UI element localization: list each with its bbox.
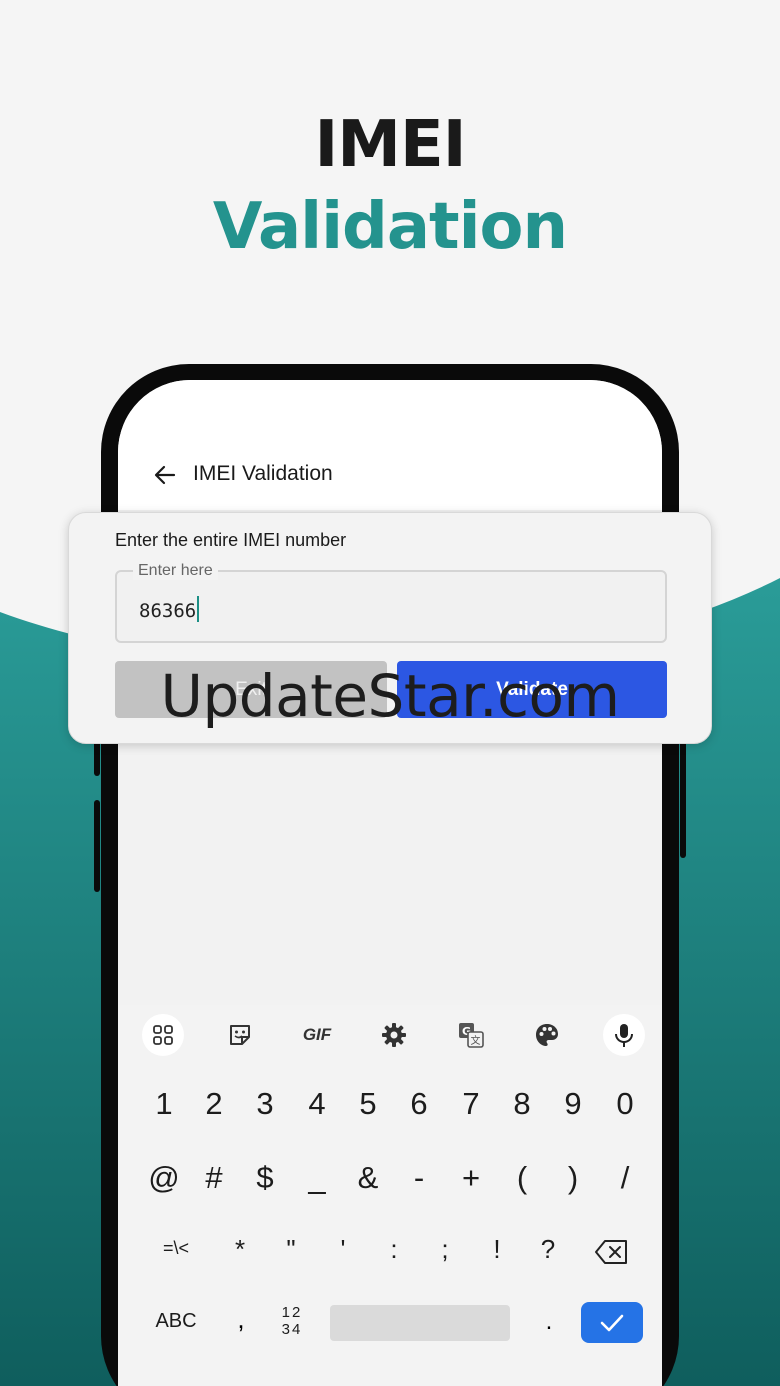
apps-grid-icon[interactable]	[142, 1014, 184, 1056]
imei-input-field[interactable]: Enter here 86366	[115, 562, 667, 643]
key-more-symbols[interactable]: =\<	[150, 1238, 202, 1259]
key[interactable]: 5	[343, 1086, 393, 1122]
key[interactable]: :	[369, 1234, 419, 1265]
key[interactable]: 7	[446, 1086, 496, 1122]
key[interactable]: 4	[292, 1086, 342, 1122]
period-key[interactable]: .	[536, 1308, 562, 1336]
imei-input[interactable]: 86366	[139, 596, 200, 622]
watermark: UpdateStar.com	[160, 662, 620, 730]
svg-text:文: 文	[471, 1034, 481, 1047]
numpad-toggle-top: 12	[281, 1304, 303, 1321]
key[interactable]: 8	[497, 1086, 547, 1122]
key[interactable]: 9	[548, 1086, 598, 1122]
gear-icon[interactable]	[373, 1014, 415, 1056]
hero-title-imei: IMEI	[314, 108, 466, 182]
key[interactable]: 6	[394, 1086, 444, 1122]
enter-key[interactable]	[581, 1302, 643, 1343]
abc-key[interactable]: ABC	[148, 1310, 204, 1333]
key[interactable]: "	[266, 1234, 316, 1265]
key[interactable]: )	[548, 1160, 598, 1196]
numpad-toggle-bottom: 34	[281, 1321, 303, 1338]
key[interactable]: (	[497, 1160, 547, 1196]
key[interactable]: /	[600, 1160, 650, 1196]
sticker-icon[interactable]	[219, 1014, 261, 1056]
microphone-icon[interactable]	[603, 1014, 645, 1056]
key[interactable]: _	[292, 1160, 342, 1196]
dialog-label: Enter the entire IMEI number	[115, 530, 347, 550]
comma-key[interactable]: ,	[228, 1304, 254, 1335]
space-key[interactable]	[330, 1305, 510, 1341]
key[interactable]: 2	[189, 1086, 239, 1122]
backspace-icon[interactable]	[594, 1238, 630, 1266]
key[interactable]: #	[189, 1160, 239, 1196]
key[interactable]: *	[215, 1234, 265, 1265]
key[interactable]: &	[343, 1160, 393, 1196]
phone-side-button	[94, 800, 100, 892]
key[interactable]: ;	[420, 1234, 470, 1265]
app-bar-background	[118, 380, 662, 510]
numpad-toggle-key[interactable]: 12 34	[272, 1304, 312, 1338]
input-placeholder-label: Enter here	[133, 562, 218, 580]
key[interactable]: '	[318, 1234, 368, 1265]
imei-input-value: 86366	[139, 600, 197, 622]
palette-icon[interactable]	[526, 1014, 568, 1056]
phone-side-button	[680, 740, 686, 858]
gif-icon[interactable]: GIF	[296, 1014, 338, 1056]
key[interactable]: +	[446, 1160, 496, 1196]
app-bar-title: IMEI Validation	[193, 462, 333, 485]
key[interactable]: @	[139, 1160, 189, 1196]
key[interactable]: 3	[240, 1086, 290, 1122]
phone-side-button	[94, 740, 100, 776]
hero-title-validation: Validation	[212, 190, 568, 264]
text-caret	[197, 596, 200, 622]
arrow-left-icon[interactable]	[150, 460, 180, 490]
translate-icon[interactable]: G文	[450, 1014, 492, 1056]
key[interactable]: $	[240, 1160, 290, 1196]
key[interactable]: -	[394, 1160, 444, 1196]
key[interactable]: ?	[523, 1234, 573, 1265]
key[interactable]: 1	[139, 1086, 189, 1122]
gif-label: GIF	[302, 1025, 332, 1044]
key[interactable]: 0	[600, 1086, 650, 1122]
key[interactable]: !	[472, 1234, 522, 1265]
check-icon	[600, 1314, 624, 1331]
